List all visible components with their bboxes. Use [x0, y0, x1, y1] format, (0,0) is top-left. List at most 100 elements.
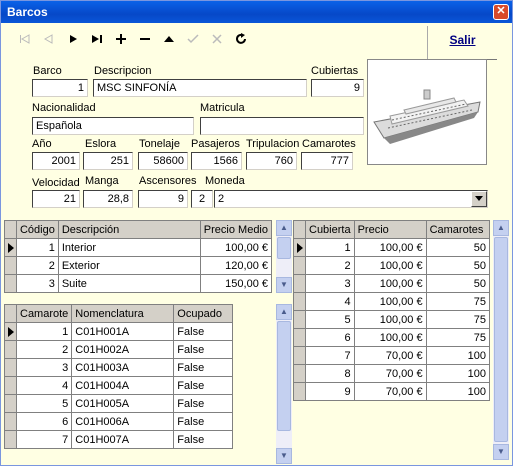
table-cell[interactable]: C01H001A — [71, 322, 175, 341]
next-record-button[interactable] — [63, 29, 83, 49]
table-cell[interactable]: 5 — [15, 394, 73, 413]
close-button[interactable]: ✕ — [493, 4, 509, 20]
manga-field[interactable]: 28,8 — [83, 190, 133, 208]
edit-record-button[interactable] — [183, 29, 203, 49]
table-cell[interactable]: 2 — [15, 256, 59, 275]
table-cell[interactable]: 75 — [425, 310, 491, 329]
row-selector[interactable] — [4, 256, 17, 275]
scroll-down-button[interactable]: ▼ — [493, 444, 509, 460]
row-selector[interactable] — [4, 358, 17, 377]
table-cell[interactable]: 70,00 € — [353, 382, 427, 401]
table-cell[interactable]: False — [173, 394, 233, 413]
combo-dropdown-button[interactable] — [471, 191, 487, 207]
table-cell[interactable]: Suite — [57, 274, 201, 293]
table-row[interactable]: 2 Exterior 120,00 € — [4, 256, 273, 275]
scroll-up-button[interactable]: ▲ — [276, 220, 292, 236]
row-selector[interactable] — [293, 364, 306, 383]
scroll-thumb[interactable] — [494, 237, 508, 442]
column-header[interactable]: Nomenclatura — [71, 304, 175, 323]
prev-record-button[interactable] — [39, 29, 59, 49]
table-cell[interactable]: C01H002A — [71, 340, 175, 359]
table-cell[interactable]: 3 — [15, 358, 73, 377]
table-row[interactable]: 3 100,00 €50 — [293, 274, 491, 293]
cubiertas-scrollbar[interactable]: ▲ ▼ — [493, 220, 509, 460]
table-cell[interactable]: C01H004A — [71, 376, 175, 395]
scroll-thumb[interactable] — [277, 237, 291, 259]
table-cell[interactable]: Interior — [57, 238, 201, 257]
table-cell[interactable]: C01H005A — [71, 394, 175, 413]
table-cell[interactable]: False — [173, 322, 233, 341]
ascensores-field[interactable]: 9 — [138, 190, 188, 208]
table-cell[interactable]: 100,00 € — [353, 238, 427, 257]
table-row[interactable]: 4 C01H004A False — [4, 376, 233, 395]
camarotes-field[interactable]: 777 — [301, 152, 353, 170]
table-row[interactable]: 5 C01H005A False — [4, 394, 233, 413]
tonelaje-field[interactable]: 58600 — [138, 152, 188, 170]
column-header[interactable]: Cubierta — [305, 220, 355, 239]
pasajeros-field[interactable]: 1566 — [191, 152, 242, 170]
scroll-down-button[interactable]: ▼ — [276, 277, 292, 293]
table-cell[interactable]: 100,00 € — [353, 310, 427, 329]
table-cell[interactable]: 100,00 € — [353, 256, 427, 275]
table-cell[interactable]: 50 — [425, 256, 491, 275]
column-header[interactable]: Descripción — [57, 220, 201, 239]
column-header[interactable]: Camarote — [15, 304, 73, 323]
tripulacion-field[interactable]: 760 — [246, 152, 297, 170]
table-cell[interactable]: 7 — [15, 430, 73, 449]
table-cell[interactable]: 4 — [15, 376, 73, 395]
row-selector[interactable] — [293, 328, 306, 347]
table-cell[interactable]: 100 — [425, 346, 491, 365]
table-row[interactable]: 2 100,00 €50 — [293, 256, 491, 275]
table-row[interactable]: 3 Suite 150,00 € — [4, 274, 273, 293]
table-cell[interactable]: 75 — [425, 328, 491, 347]
row-selector[interactable] — [4, 376, 17, 395]
table-cell[interactable]: 1 — [15, 322, 73, 341]
table-row[interactable]: 6 100,00 €75 — [293, 328, 491, 347]
row-selector[interactable] — [293, 274, 306, 293]
nacionalidad-field[interactable]: Española — [32, 117, 194, 135]
camarotes-scrollbar[interactable]: ▲ ▼ — [276, 304, 292, 464]
table-cell[interactable]: False — [173, 340, 233, 359]
table-row[interactable]: 7 C01H007A False — [4, 430, 233, 449]
row-selector[interactable] — [293, 346, 306, 365]
table-row[interactable]: 4 100,00 €75 — [293, 292, 491, 311]
table-cell[interactable]: False — [173, 376, 233, 395]
matricula-field[interactable] — [200, 117, 364, 135]
barco-field[interactable]: 1 — [32, 79, 88, 97]
table-cell[interactable]: 50 — [425, 274, 491, 293]
scroll-down-button[interactable]: ▼ — [276, 448, 292, 464]
table-row[interactable]: 5 100,00 €75 — [293, 310, 491, 329]
table-cell[interactable]: 100 — [425, 364, 491, 383]
table-cell[interactable]: 150,00 € — [199, 274, 273, 293]
row-selector[interactable] — [293, 310, 306, 329]
table-cell[interactable]: 6 — [305, 328, 355, 347]
table-row[interactable]: 7 70,00 €100 — [293, 346, 491, 365]
table-cell[interactable]: C01H003A — [71, 358, 175, 377]
column-header[interactable]: Ocupado — [173, 304, 233, 323]
table-cell[interactable]: 120,00 € — [199, 256, 273, 275]
table-cell[interactable]: 50 — [425, 238, 491, 257]
velocidad-field[interactable]: 21 — [32, 190, 80, 208]
table-cell[interactable]: 100,00 € — [199, 238, 273, 257]
table-cell[interactable]: 2 — [15, 340, 73, 359]
table-cell[interactable]: 1 — [15, 238, 59, 257]
table-cell[interactable]: 3 — [15, 274, 59, 293]
table-cell[interactable]: False — [173, 430, 233, 449]
table-cell[interactable]: 3 — [305, 274, 355, 293]
table-cell[interactable]: 100,00 € — [353, 274, 427, 293]
table-row[interactable]: 1 100,00 €50 — [293, 238, 491, 257]
eslora-field[interactable]: 251 — [83, 152, 133, 170]
table-cell[interactable]: 9 — [305, 382, 355, 401]
table-cell[interactable]: 100,00 € — [353, 328, 427, 347]
row-selector[interactable] — [4, 274, 17, 293]
table-cell[interactable]: 100 — [425, 382, 491, 401]
row-selector[interactable] — [4, 340, 17, 359]
table-cell[interactable]: 1 — [305, 238, 355, 257]
anio-field[interactable]: 2001 — [32, 152, 80, 170]
cancel-record-button[interactable] — [207, 29, 227, 49]
table-row[interactable]: 1 Interior 100,00 € — [4, 238, 273, 257]
moneda-combo[interactable]: 2 — [214, 190, 488, 208]
column-header[interactable]: Camarotes — [425, 220, 491, 239]
descripcion-field[interactable]: MSC SINFONÍA — [93, 79, 307, 97]
last-record-button[interactable] — [87, 29, 107, 49]
